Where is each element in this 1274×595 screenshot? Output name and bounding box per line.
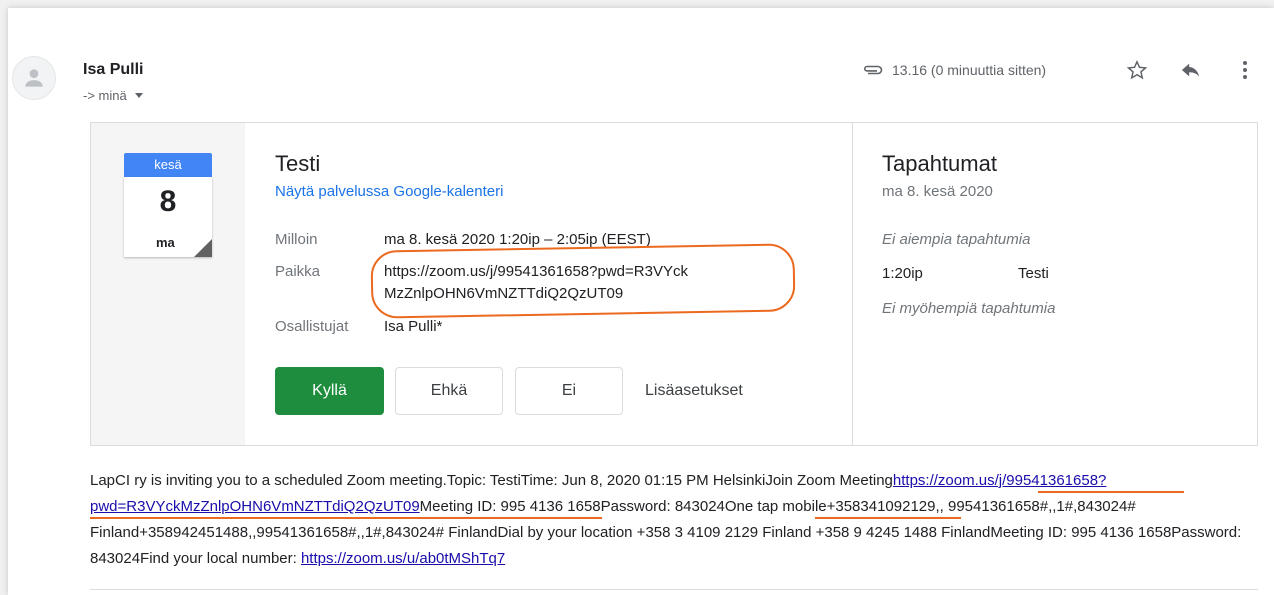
agenda-item-name[interactable]: Testi: [1018, 265, 1049, 282]
paperclip-icon: [862, 64, 884, 76]
invite-details: Testi Näytä palvelussa Google-kalenteri …: [246, 123, 852, 445]
invite-date-column: kesä 8 ma: [91, 123, 245, 445]
agenda-date: ma 8. kesä 2020: [882, 183, 993, 200]
when-label: Milloin: [275, 231, 318, 248]
message-meta: 13.16 (0 minuuttia sitten): [862, 56, 1046, 84]
recipient-label: -> minä: [83, 88, 127, 103]
body-intro: LapCI ry is inviting you to a scheduled …: [90, 472, 893, 489]
email-body: LapCI ry is inviting you to a scheduled …: [90, 468, 1260, 572]
agenda-item-time: 1:20ip: [882, 265, 923, 282]
open-in-calendar-link[interactable]: Näytä palvelussa Google-kalenteri: [275, 183, 503, 200]
guests-value: Isa Pulli*: [384, 318, 443, 335]
find-local-number-link[interactable]: https://zoom.us/u/ab0tMShTq7: [301, 550, 505, 567]
highlight-annotation: [370, 243, 796, 319]
recipient-dropdown[interactable]: -> minä: [83, 88, 143, 103]
agenda-no-earlier: Ei aiempia tapahtumia: [882, 231, 1031, 248]
rsvp-maybe-button[interactable]: Ehkä: [395, 367, 503, 415]
calendar-weekday: ma: [156, 235, 175, 250]
events-agenda: Tapahtumat ma 8. kesä 2020 Ei aiempia ta…: [852, 123, 1258, 445]
calendar-invite: kesä 8 ma Testi Näytä palvelussa Google-…: [90, 122, 1258, 446]
calendar-day: 8: [159, 185, 177, 218]
rsvp-no-button[interactable]: Ei: [515, 367, 623, 415]
when-value: ma 8. kesä 2020 1:20ip – 2:05ip (EEST): [384, 231, 651, 248]
underline-annotation: [1038, 491, 1184, 493]
more-vert-icon[interactable]: [1231, 56, 1259, 84]
underline-annotation: [815, 517, 961, 519]
message-time: 13.16 (0 minuuttia sitten): [892, 62, 1047, 78]
more-options-button[interactable]: Lisäasetukset: [645, 367, 785, 415]
underline-annotation: [90, 517, 602, 519]
calendar-icon: kesä 8 ma: [124, 153, 212, 257]
sender-name: Isa Pulli: [83, 61, 144, 78]
calendar-page: 8 ma: [124, 177, 212, 257]
page-fold-icon: [194, 239, 212, 257]
calendar-month: kesä: [124, 153, 212, 177]
person-icon: [25, 69, 43, 87]
guests-label: Osallistujat: [275, 318, 349, 335]
body-meeting-id: Meeting ID: 995 4136 1658: [419, 498, 601, 515]
agenda-no-later: Ei myöhempiä tapahtumia: [882, 300, 1056, 317]
where-label: Paikka: [275, 263, 321, 280]
event-title: Testi: [275, 151, 321, 176]
rsvp-yes-button[interactable]: Kyllä: [275, 367, 384, 415]
reply-icon[interactable]: [1177, 56, 1205, 84]
agenda-heading: Tapahtumat: [882, 151, 997, 176]
star-icon[interactable]: [1123, 56, 1151, 84]
divider: [90, 589, 1258, 590]
body-password: Password: 843024: [600, 498, 725, 515]
caret-down-icon: [134, 93, 143, 98]
sender-avatar[interactable]: [12, 56, 56, 100]
